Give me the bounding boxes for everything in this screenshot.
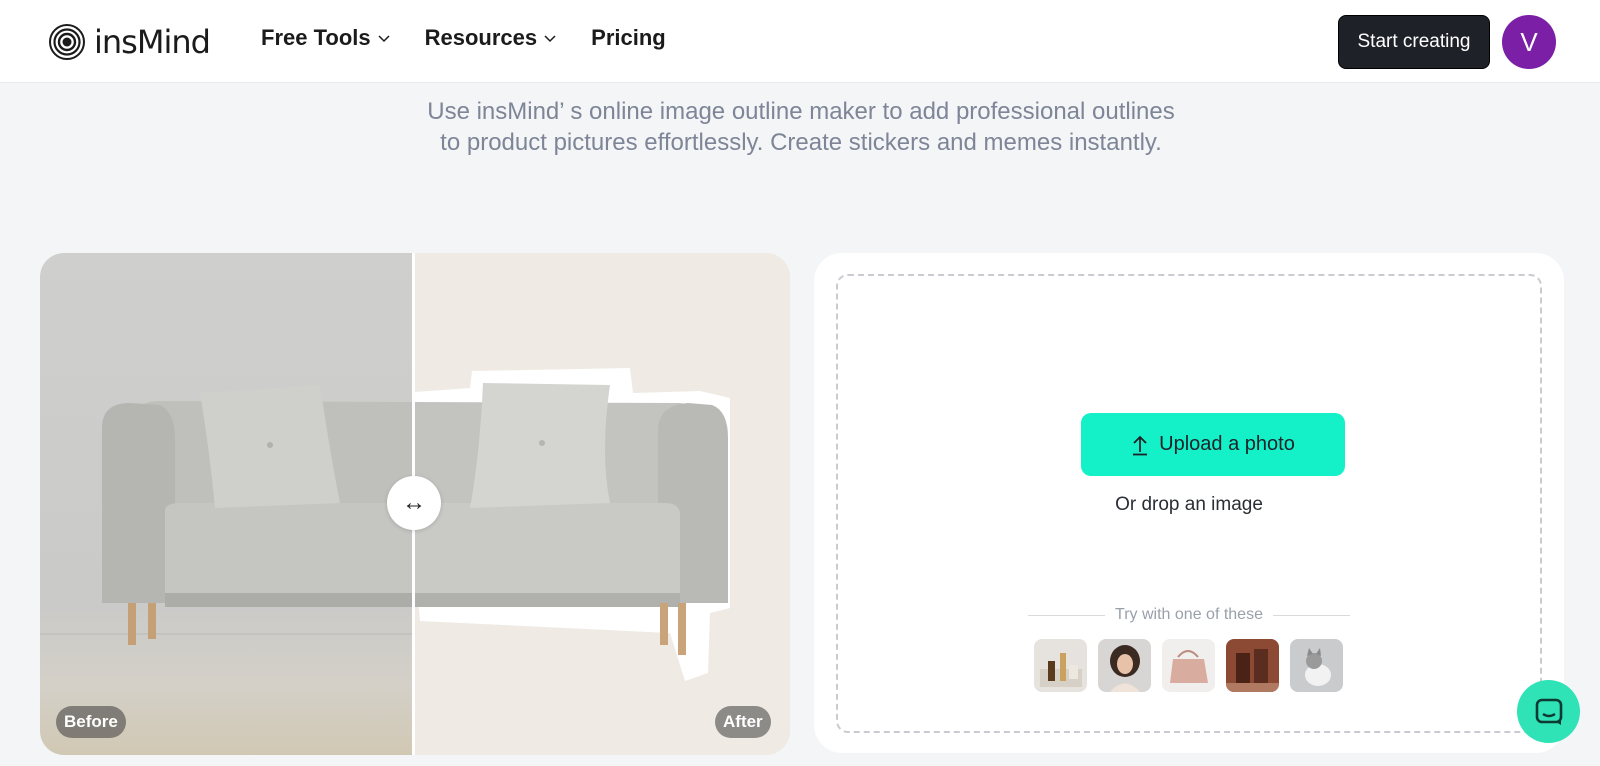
nav-pricing-label: Pricing	[591, 25, 666, 50]
sample-images	[1034, 639, 1343, 692]
divider-line	[1028, 614, 1106, 616]
dropzone[interactable]: Upload a photo Or drop an image Try with…	[836, 274, 1542, 733]
site-header: insMind Free Tools Resources Pricing Sta…	[0, 0, 1600, 83]
sample-cat[interactable]	[1290, 639, 1343, 692]
logo[interactable]: insMind	[48, 22, 211, 62]
chevron-down-icon	[544, 35, 556, 43]
upload-photo-label: Upload a photo	[1159, 433, 1295, 455]
avatar[interactable]: V	[1502, 15, 1556, 69]
chevron-down-icon	[378, 35, 390, 43]
before-label: Before	[56, 706, 126, 738]
hero-description: Use insMind’ s online image outline make…	[427, 98, 1175, 156]
chat-button[interactable]	[1517, 680, 1580, 743]
before-after-compare[interactable]: ↔ Before After	[40, 253, 790, 755]
divider-line	[1272, 614, 1351, 616]
upload-card: Upload a photo Or drop an image Try with…	[814, 253, 1564, 753]
after-label: After	[715, 706, 771, 738]
upload-photo-button[interactable]: Upload a photo	[1081, 413, 1345, 476]
sample-cosmetics[interactable]	[1034, 639, 1087, 692]
nav-free-tools[interactable]: Free Tools	[261, 25, 391, 51]
sample-skincare-bottles[interactable]	[1226, 639, 1279, 692]
drop-image-text: Or drop an image	[1115, 494, 1263, 515]
compare-handle[interactable]: ↔	[387, 476, 441, 530]
main-nav: Free Tools Resources Pricing	[261, 25, 666, 51]
logo-icon	[49, 24, 85, 60]
try-samples-label: Try with one of these	[1115, 606, 1263, 623]
logo-text: insMind	[94, 23, 211, 61]
try-samples-row: Try with one of these	[1028, 606, 1351, 624]
sample-woman-portrait[interactable]	[1098, 639, 1151, 692]
nav-free-tools-label: Free Tools	[261, 25, 371, 50]
nav-pricing[interactable]: Pricing	[591, 25, 666, 51]
nav-resources[interactable]: Resources	[425, 25, 558, 51]
sample-handbag[interactable]	[1162, 639, 1215, 692]
nav-resources-label: Resources	[424, 25, 538, 50]
upload-icon	[1133, 435, 1148, 455]
start-creating-button[interactable]: Start creating	[1338, 15, 1490, 69]
chat-icon	[1535, 698, 1562, 725]
